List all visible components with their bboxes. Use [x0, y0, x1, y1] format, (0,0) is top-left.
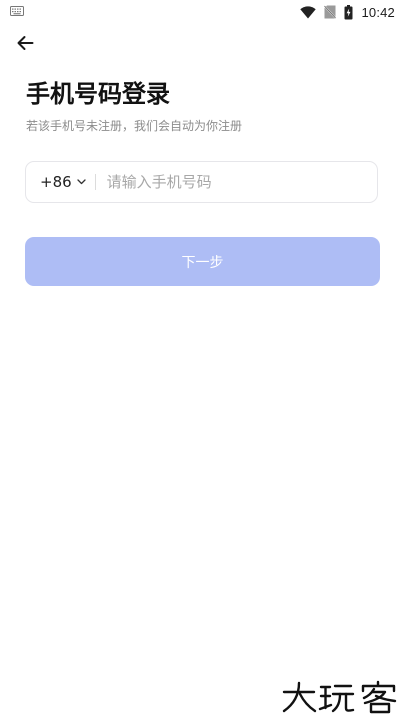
keyboard-icon — [10, 6, 24, 16]
status-icons: 10:42 — [300, 3, 395, 21]
battery-icon — [344, 4, 353, 19]
back-button[interactable] — [12, 30, 38, 56]
next-button[interactable]: 下一步 — [25, 237, 380, 286]
status-time: 10:42 — [361, 4, 395, 20]
page-subtitle: 若该手机号未注册，我们会自动为你注册 — [26, 119, 243, 133]
status-bar: 10:42 — [0, 0, 405, 24]
chevron-down-icon — [77, 178, 86, 187]
page-title: 手机号码登录 — [26, 80, 170, 108]
phone-field: +86 — [25, 161, 378, 203]
wifi-icon — [300, 5, 317, 18]
arrow-left-icon — [17, 36, 34, 50]
no-sim-icon — [324, 5, 337, 19]
watermark-logo — [282, 680, 397, 714]
country-code-label: +86 — [40, 173, 72, 191]
field-divider — [94, 174, 96, 190]
country-code-selector[interactable]: +86 — [40, 162, 86, 202]
phone-input[interactable] — [106, 173, 347, 191]
